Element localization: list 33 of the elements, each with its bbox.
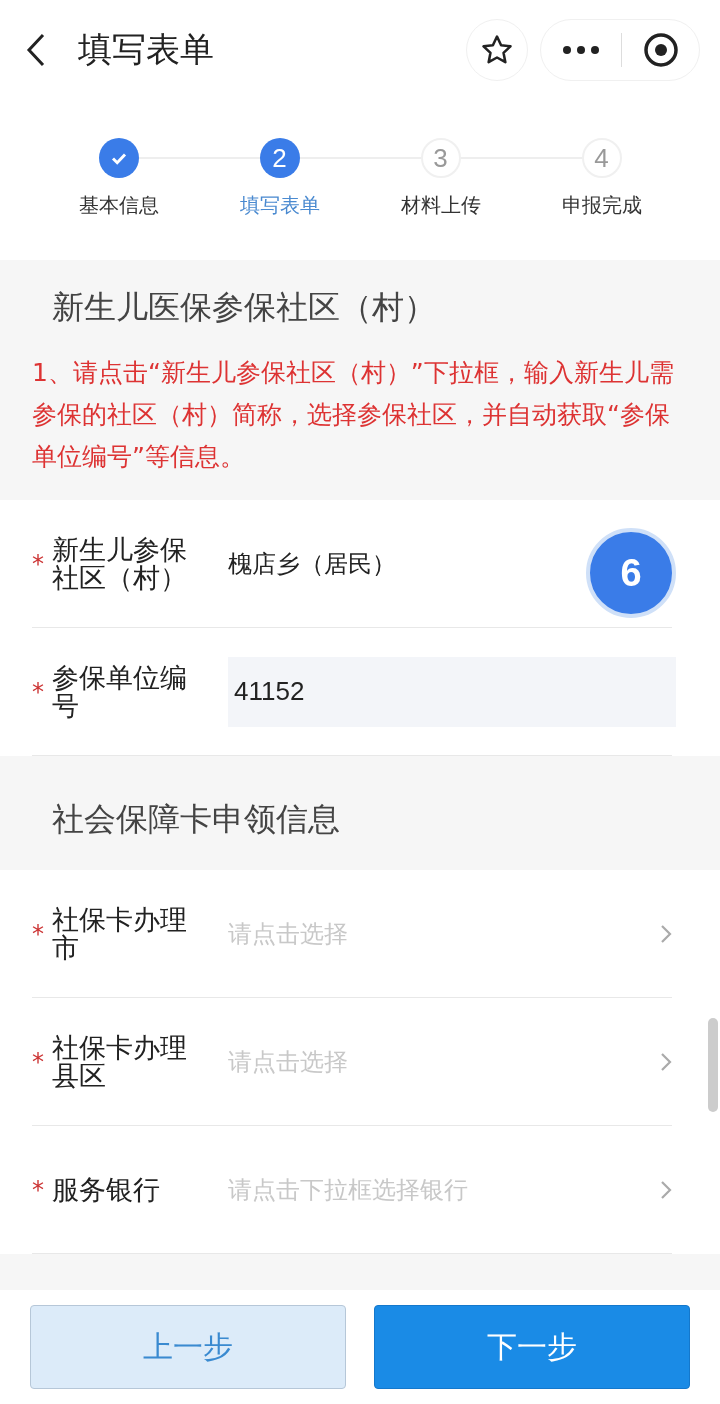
- previous-button[interactable]: 上一步: [30, 1305, 346, 1389]
- field-label: 社保卡办理县区: [52, 1033, 188, 1090]
- chevron-right-icon: [660, 923, 672, 944]
- required-mark: *: [32, 1047, 45, 1076]
- required-mark: *: [32, 549, 45, 578]
- field-label: 新生儿参保社区（村）: [52, 535, 188, 592]
- step-label: 申报完成: [561, 192, 642, 219]
- close-icon[interactable]: [642, 32, 679, 68]
- step-label: 填写表单: [239, 192, 320, 219]
- step-number: 4: [581, 138, 622, 178]
- input-field[interactable]: 槐店乡（居民）: [228, 547, 396, 580]
- more-icon[interactable]: [561, 45, 602, 55]
- required-mark: *: [32, 919, 45, 948]
- section-title: 社会保障卡申领信息: [51, 799, 341, 840]
- number-badge: 6: [586, 528, 676, 618]
- required-mark: *: [32, 677, 45, 706]
- chevron-right-icon: [660, 1051, 672, 1072]
- field-label: 服务银行: [52, 1175, 161, 1204]
- chevron-right-icon: [660, 1179, 672, 1200]
- instruction-text: 1、请点击“新生儿参保社区（村）”下拉框，输入新生儿需参保的社区（村）简称，选择参保社区，并自动获取“参保单位编号”等信息。: [32, 357, 675, 473]
- step-label: 材料上传: [400, 192, 481, 219]
- next-button[interactable]: 下一步: [374, 1305, 690, 1389]
- star-icon: [480, 33, 514, 67]
- required-mark: *: [32, 1175, 45, 1204]
- back-icon[interactable]: [26, 32, 46, 68]
- input-field[interactable]: 41152: [228, 656, 676, 727]
- page-title: 填写表单: [78, 28, 214, 71]
- step-number: 2: [259, 138, 300, 178]
- step-label: 基本信息: [78, 192, 159, 219]
- section-title: 新生儿医保参保社区（村）: [51, 287, 437, 328]
- step-number: 3: [420, 138, 461, 178]
- field-label: 社保卡办理市: [52, 905, 188, 962]
- field-label: 参保单位编号: [52, 663, 188, 720]
